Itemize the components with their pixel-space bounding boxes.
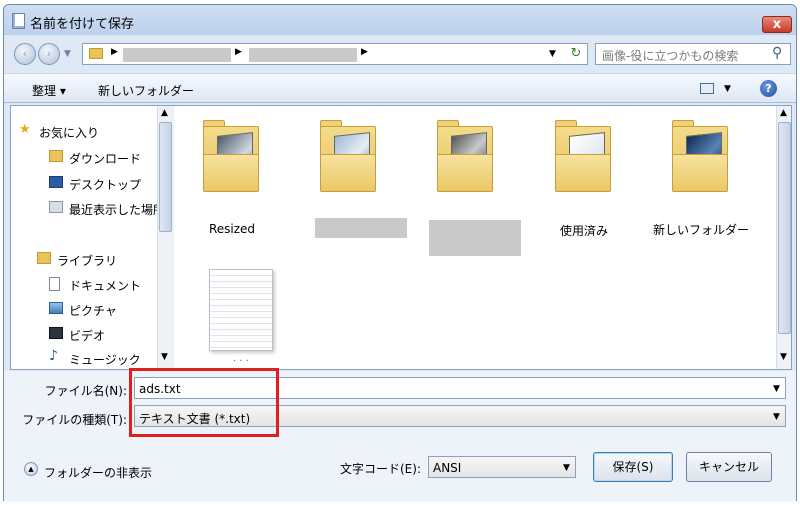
forward-button[interactable]: › [38, 43, 60, 65]
desktop-icon [49, 176, 63, 188]
scroll-down-icon[interactable]: ▼ [161, 352, 168, 362]
notepad-icon [12, 13, 25, 29]
back-button[interactable]: ‹ [14, 43, 36, 65]
folder-icon[interactable] [203, 120, 261, 194]
window-title: 名前を付けて保存 [30, 17, 135, 32]
folder-front [320, 154, 376, 192]
title-bar: 名前を付けて保存 x [4, 5, 796, 35]
search-input[interactable]: 画像-役に立つかもの検索 [602, 47, 738, 64]
search-box[interactable]: 画像-役に立つかもの検索 ⚲ [595, 43, 791, 65]
save-button[interactable]: 保存(S) [593, 452, 673, 482]
sidebar-item-videos[interactable]: ビデオ [69, 327, 105, 344]
folder-icon[interactable] [320, 120, 378, 194]
breadcrumb-segment-redacted[interactable] [249, 48, 357, 62]
file-list: Resized 使用済み 新しいフォルダー · · · [175, 106, 775, 369]
folder-front [672, 154, 728, 192]
star-icon: ★ [19, 122, 31, 137]
sidebar-item-favorites[interactable]: お気に入り [39, 124, 99, 141]
redacted-label [429, 220, 521, 256]
sidebar-item-documents[interactable]: ドキュメント [69, 277, 141, 294]
recent-places-icon [49, 201, 63, 213]
file-list-scrollbar[interactable]: ▲ ▼ [776, 106, 791, 369]
text-file-label-truncated: · · · [233, 356, 249, 367]
breadcrumb-arrow-icon[interactable]: ▶ [361, 47, 368, 57]
search-icon[interactable]: ⚲ [772, 45, 782, 61]
encoding-select[interactable]: ANSI ▼ [428, 456, 576, 478]
sidebar-item-desktop[interactable]: デスクトップ [69, 176, 141, 193]
folder-icon[interactable] [555, 120, 613, 194]
navigation-bar: ‹ › ▼ ▶ ▶ ▶ ▼ ↻ 画像-役に立つかもの検索 ⚲ [4, 39, 796, 69]
encoding-dropdown-icon[interactable]: ▼ [563, 463, 570, 473]
sidebar-item-downloads[interactable]: ダウンロード [69, 150, 141, 167]
address-dropdown-icon[interactable]: ▼ [549, 49, 556, 59]
scrollbar-thumb[interactable] [159, 122, 172, 232]
video-icon [49, 327, 63, 339]
encoding-value: ANSI [433, 461, 462, 475]
filetype-dropdown-icon[interactable]: ▼ [773, 412, 780, 422]
navigation-pane: ★ お気に入り ダウンロード デスクトップ 最近表示した場所 ライブラリ ドキュ… [11, 106, 174, 369]
scroll-down-icon[interactable]: ▼ [780, 352, 787, 362]
download-folder-icon [49, 150, 63, 162]
sidebar-item-recent-places[interactable]: 最近表示した場所 [69, 201, 159, 218]
sidebar-item-pictures[interactable]: ピクチャ [69, 302, 117, 319]
help-icon[interactable]: ? [760, 80, 777, 97]
hide-folders-button[interactable]: フォルダーの非表示 [44, 464, 152, 481]
scrollbar-thumb[interactable] [778, 122, 791, 334]
browser-area: ★ お気に入り ダウンロード デスクトップ 最近表示した場所 ライブラリ ドキュ… [10, 105, 792, 370]
folder-front [437, 154, 493, 192]
file-item-label[interactable]: 使用済み [534, 222, 634, 239]
folder-front [555, 154, 611, 192]
sidebar-item-music[interactable]: ミュージック [69, 351, 141, 368]
address-bar[interactable]: ▶ ▶ ▶ ▼ ↻ [82, 43, 588, 65]
filename-label: ファイル名(N): [44, 384, 127, 398]
file-item-label[interactable]: 新しいフォルダー [651, 222, 751, 238]
highlight-annotation [129, 368, 279, 437]
breadcrumb-arrow-icon[interactable]: ▶ [111, 47, 118, 57]
cancel-button[interactable]: キャンセル [686, 452, 772, 482]
folder-icon[interactable] [672, 120, 730, 194]
view-options-icon[interactable] [700, 83, 714, 94]
folder-icon[interactable] [437, 120, 495, 194]
library-icon [37, 252, 51, 264]
encoding-label: 文字コード(E): [340, 462, 421, 476]
scroll-up-icon[interactable]: ▲ [161, 108, 168, 118]
view-options-chevron-icon[interactable]: ▼ [724, 84, 731, 94]
save-options-panel: ファイル名(N): ads.txt ▼ ファイルの種類(T): テキスト文書 (… [4, 371, 796, 502]
command-bar: 整理 ▾ 新しいフォルダー ▼ ? [4, 73, 796, 103]
sidebar-item-libraries[interactable]: ライブラリ [57, 252, 117, 269]
folder-icon [89, 48, 103, 59]
filename-dropdown-icon[interactable]: ▼ [773, 384, 780, 394]
text-file-icon[interactable] [209, 269, 273, 351]
file-item-label[interactable]: Resized [182, 222, 282, 236]
recent-pages-chevron-icon[interactable]: ▼ [64, 49, 71, 59]
refresh-icon[interactable]: ↻ [565, 46, 587, 62]
navigation-pane-scrollbar[interactable]: ▲ ▼ [157, 106, 174, 369]
filetype-label: ファイルの種類(T): [22, 413, 127, 427]
scroll-up-icon[interactable]: ▲ [780, 108, 787, 118]
new-folder-button[interactable]: 新しいフォルダー [98, 82, 194, 99]
music-note-icon: ♪ [49, 348, 58, 364]
breadcrumb-segment-redacted[interactable] [123, 48, 231, 62]
pictures-icon [49, 302, 63, 314]
redacted-label [315, 218, 407, 238]
folder-front [203, 154, 259, 192]
document-icon [49, 277, 60, 291]
close-button[interactable]: x [762, 16, 792, 33]
breadcrumb-arrow-icon[interactable]: ▶ [235, 47, 242, 57]
collapse-chevron-icon[interactable]: ▲ [24, 462, 38, 476]
organize-button[interactable]: 整理 ▾ [32, 82, 66, 99]
save-as-dialog: 名前を付けて保存 x ‹ › ▼ ▶ ▶ ▶ ▼ ↻ 画像-役に立つかもの検索 … [3, 4, 797, 502]
